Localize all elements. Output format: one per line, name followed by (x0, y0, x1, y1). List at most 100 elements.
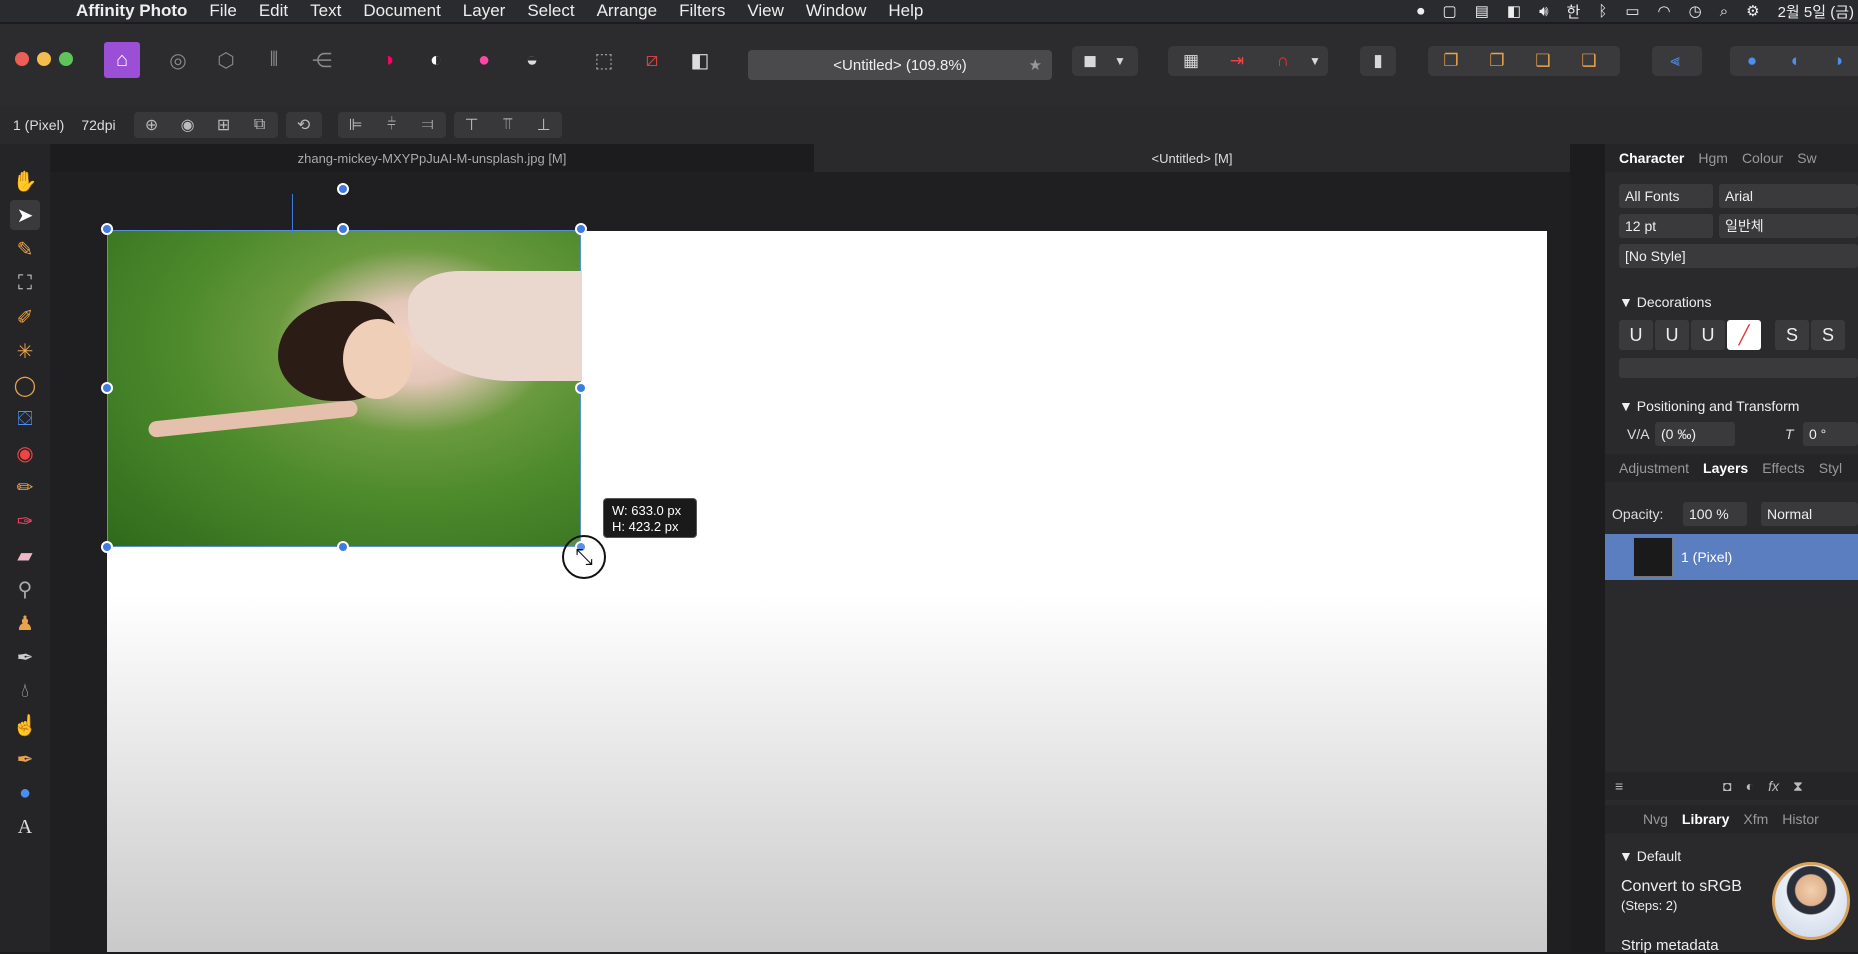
close-window-button[interactable] (15, 52, 29, 66)
positioning-header[interactable]: ▼ Positioning and Transform (1619, 398, 1799, 414)
boolean-add-icon[interactable]: ● (1730, 51, 1774, 71)
align-bottom-icon[interactable]: ⊥ (526, 115, 562, 135)
selection-brush-tool-icon[interactable]: ✐ (10, 302, 40, 332)
zoom-window-button[interactable] (59, 52, 73, 66)
quick-mask-icon[interactable]: ▮ (1360, 51, 1396, 71)
artistic-text-tool-icon[interactable]: A (10, 812, 40, 842)
tab-library[interactable]: Library (1682, 811, 1729, 827)
align-top-icon[interactable]: ⊤ (454, 115, 490, 135)
align-center-icon[interactable]: ⫩ (374, 116, 410, 134)
wifi-icon[interactable]: ◠ (1658, 2, 1671, 20)
font-family-field[interactable]: Arial (1719, 184, 1858, 208)
blur-brush-tool-icon[interactable]: 💧︎ (10, 676, 40, 706)
layers-stack-icon[interactable]: ≡ (1615, 778, 1623, 794)
blend-mode-select[interactable]: Normal (1761, 502, 1858, 526)
transform-origin-icon[interactable]: ⊕ (134, 115, 170, 135)
align-icon[interactable]: ⫷ (1652, 51, 1698, 71)
invert-selection-icon[interactable]: ◧ (682, 42, 718, 78)
boolean-subtract-icon[interactable]: ◐ (1774, 51, 1818, 71)
menu-document[interactable]: Document (363, 1, 440, 21)
skew-field[interactable]: 0 ° (1803, 422, 1858, 446)
white-balance-icon[interactable]: ◒ (514, 42, 550, 78)
menubar-date[interactable]: 2월 5일 (금) (1778, 1, 1854, 22)
marquee-icon[interactable]: ⬚ (586, 42, 622, 78)
menu-window[interactable]: Window (806, 1, 866, 21)
guides-icon[interactable]: ⇥ (1214, 51, 1260, 71)
menu-select[interactable]: Select (527, 1, 574, 21)
library-default-header[interactable]: ▼ Default (1619, 848, 1681, 864)
mask-layer-icon[interactable]: ◘ (1723, 778, 1731, 794)
clone-tool-icon[interactable]: ♟ (10, 608, 40, 638)
control-center-icon[interactable]: ⚙ (1746, 2, 1759, 20)
align-left-icon[interactable]: ⊫ (338, 115, 374, 135)
grid-icon[interactable]: ▦ (1168, 51, 1214, 71)
resize-handle-bottom-left[interactable] (101, 541, 113, 553)
tab-photo-document[interactable]: zhang-mickey-MXYPpJuAI-M-unsplash.jpg [M… (50, 144, 814, 172)
move-back-icon[interactable]: ❐ (1428, 51, 1474, 71)
align-right-icon[interactable]: ⫤ (410, 116, 446, 134)
opacity-field[interactable]: 100 % (1683, 502, 1747, 526)
rotate-icon[interactable]: ⟲ (286, 115, 322, 135)
document-title-bar[interactable]: <Untitled> (109.8%) ★ (748, 50, 1052, 80)
flood-fill-tool-icon[interactable]: ⛋ (10, 404, 40, 434)
deselect-icon[interactable]: ⧄ (634, 42, 670, 78)
color-wheel-icon[interactable]: ● (466, 42, 502, 78)
search-icon[interactable]: ⌕ (1720, 3, 1728, 20)
menu-edit[interactable]: Edit (259, 1, 288, 21)
smudge-brush-tool-icon[interactable]: ☝ (10, 710, 40, 740)
clipboard-icon[interactable]: ▤ (1475, 2, 1489, 20)
record-icon[interactable]: ⏺ (1417, 3, 1425, 20)
levels-icon[interactable]: ◑ (370, 42, 406, 78)
move-tool-icon[interactable]: ➤ (10, 200, 40, 230)
black-white-icon[interactable]: ◐ (418, 42, 454, 78)
font-collection-select[interactable]: All Fonts (1619, 184, 1713, 208)
tab-history[interactable]: Histor (1782, 811, 1819, 827)
square-icon[interactable]: ▢ (1443, 2, 1457, 20)
show-icon[interactable]: ◉ (170, 115, 206, 135)
develop-persona-icon[interactable]: ⬡ (208, 42, 244, 78)
bounding-box-icon[interactable]: ⊞ (206, 115, 242, 135)
app-name[interactable]: Affinity Photo (76, 1, 187, 21)
underline-button[interactable]: U (1619, 320, 1653, 350)
dodge-tool-icon[interactable]: ⚲ (10, 574, 40, 604)
paint-brush-tool-icon[interactable]: ✏ (10, 472, 40, 502)
menu-arrange[interactable]: Arrange (597, 1, 657, 21)
export-persona-icon[interactable]: ⋲ (304, 42, 340, 78)
move-front-icon[interactable]: ❑ (1566, 51, 1612, 71)
canvas-area[interactable] (50, 172, 1570, 952)
text-style-field[interactable]: [No Style] (1619, 244, 1858, 268)
boolean-intersect-icon[interactable]: ◑ (1818, 51, 1858, 71)
pen-tool-icon[interactable]: ✒ (10, 744, 40, 774)
fx-icon[interactable]: fx (1768, 778, 1779, 794)
tracking-field[interactable]: (0 ‰) (1655, 422, 1735, 446)
no-decoration-swatch[interactable]: ╱ (1727, 320, 1761, 350)
move-forward-one-icon[interactable]: ❑ (1520, 51, 1566, 71)
menu-view[interactable]: View (747, 1, 784, 21)
rotation-handle[interactable] (337, 183, 349, 195)
star-icon[interactable]: ★ (1029, 56, 1042, 74)
double-strikethrough-button[interactable]: S (1811, 320, 1845, 350)
gradient-tool-icon[interactable]: ◉ (10, 438, 40, 468)
tab-effects[interactable]: Effects (1762, 460, 1805, 476)
menu-filters[interactable]: Filters (679, 1, 725, 21)
battery-icon[interactable]: ▭ (1625, 2, 1639, 20)
bluetooth-icon[interactable]: ᛒ (1598, 3, 1607, 20)
tab-hgm[interactable]: Hgm (1698, 150, 1728, 166)
resize-handle-top-left[interactable] (101, 223, 113, 235)
photo-persona-icon[interactable]: ⌂ (104, 42, 140, 78)
tone-mapping-persona-icon[interactable]: ⫴ (256, 42, 292, 78)
decorations-header[interactable]: ▼ Decorations (1619, 294, 1711, 310)
volume-icon[interactable]: 🔊︎ (1539, 3, 1548, 20)
menu-text[interactable]: Text (310, 1, 341, 21)
adjustment-layer-icon[interactable]: ◐ (1746, 778, 1754, 794)
tab-layers[interactable]: Layers (1703, 460, 1748, 476)
korean-input-icon[interactable]: 한 (1567, 1, 1581, 22)
align-middle-icon[interactable]: ⫪ (490, 116, 526, 134)
layer-row[interactable]: 1 (Pixel) (1605, 534, 1858, 580)
move-back-one-icon[interactable]: ❐ (1474, 51, 1520, 71)
color-picker-tool-icon[interactable]: ✎ (10, 234, 40, 264)
mask-icon[interactable]: ◼ (1072, 51, 1108, 71)
hand-tool-icon[interactable]: ✋ (10, 166, 40, 196)
crop-tool-icon[interactable]: ⛶ (10, 268, 40, 298)
liquify-persona-icon[interactable]: ◎ (160, 42, 196, 78)
